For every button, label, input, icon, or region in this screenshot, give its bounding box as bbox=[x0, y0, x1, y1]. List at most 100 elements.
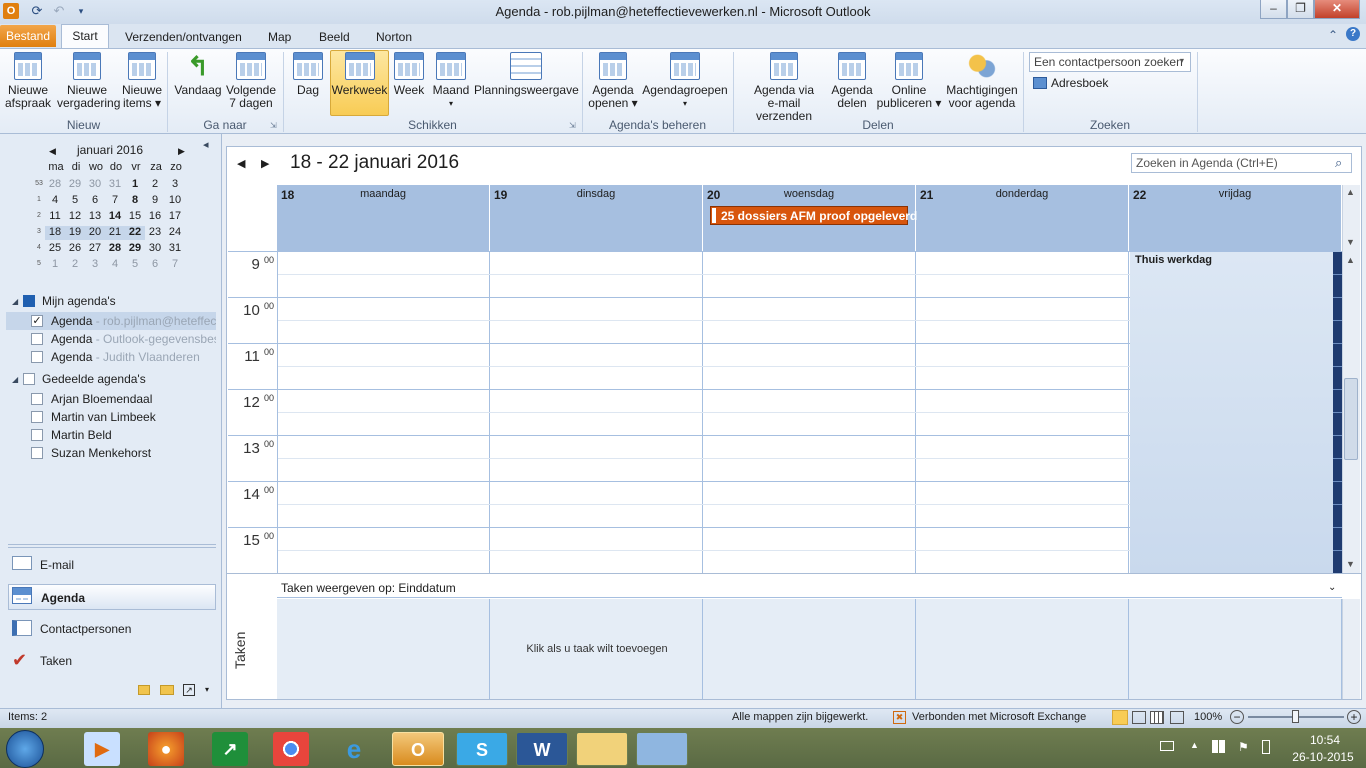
machtigingen-button[interactable]: Machtigingen voor agenda bbox=[944, 52, 1020, 110]
next-week-icon[interactable]: ▶ bbox=[261, 157, 269, 170]
tab-verzenden-ontvangen[interactable]: Verzenden/ontvangen bbox=[117, 27, 250, 48]
keyboard-icon[interactable] bbox=[1160, 741, 1174, 751]
pane-splitter[interactable] bbox=[8, 544, 216, 548]
week-button[interactable]: Week bbox=[392, 52, 426, 97]
scroll-down-icon[interactable]: ▼ bbox=[1346, 237, 1355, 247]
maand-button[interactable]: Maand ▾ bbox=[432, 52, 470, 110]
zoom-level[interactable]: 100% bbox=[1194, 711, 1222, 723]
mini-calendar-day[interactable]: 31 bbox=[105, 178, 125, 192]
outlook-taskbar-icon[interactable]: O bbox=[392, 732, 444, 766]
expand-arrow-icon[interactable]: ◢ bbox=[12, 375, 18, 384]
tasks-header[interactable]: Taken weergeven op: Einddatum bbox=[277, 579, 1342, 598]
mini-calendar-day[interactable]: 30 bbox=[85, 178, 105, 192]
exchange-icon[interactable]: ✖ bbox=[893, 711, 906, 724]
word-icon[interactable]: W bbox=[516, 732, 568, 766]
firefox-icon[interactable]: ● bbox=[148, 732, 184, 766]
calendar-checkbox[interactable] bbox=[31, 333, 43, 345]
chevron-down-icon[interactable]: ▾ bbox=[1180, 56, 1184, 65]
day-event[interactable]: Thuis werkdag bbox=[1135, 254, 1212, 266]
search-icon[interactable]: ⌕ bbox=[1335, 155, 1342, 171]
zoom-slider-thumb[interactable] bbox=[1292, 710, 1299, 723]
mini-calendar-day[interactable]: 20 bbox=[85, 226, 105, 240]
agenda-via-email-button[interactable]: Agenda via e-mail verzenden bbox=[738, 52, 830, 123]
volgende-7-dagen-button[interactable]: Volgende 7 dagen bbox=[224, 52, 278, 110]
nav-agenda[interactable]: Agenda bbox=[8, 584, 216, 610]
nieuwe-vergadering-button[interactable]: Nieuwe vergadering bbox=[57, 52, 120, 110]
exchange-status[interactable]: Verbonden met Microsoft Exchange bbox=[912, 711, 1086, 723]
vandaag-button[interactable]: ↰ Vandaag bbox=[172, 52, 224, 97]
chrome-icon[interactable] bbox=[273, 732, 309, 766]
mini-calendar-day[interactable]: 18 bbox=[45, 226, 65, 240]
zoom-out-icon[interactable]: − bbox=[1230, 710, 1244, 724]
mini-calendar-day[interactable]: 5 bbox=[65, 194, 85, 208]
clock-time[interactable]: 10:54 bbox=[1290, 733, 1360, 747]
mini-calendar-day[interactable]: 11 bbox=[45, 210, 65, 224]
mini-calendar-day[interactable]: 16 bbox=[145, 210, 165, 224]
mini-calendar-day[interactable]: 28 bbox=[105, 242, 125, 256]
notes-icon[interactable] bbox=[138, 685, 150, 695]
tasks-scrollbar[interactable] bbox=[1342, 599, 1360, 699]
tab-start[interactable]: Start bbox=[61, 24, 109, 49]
calendar-checkbox[interactable] bbox=[31, 351, 43, 363]
task-day-column[interactable] bbox=[916, 599, 1129, 699]
mini-calendar-day[interactable]: 2 bbox=[145, 178, 165, 192]
scroll-up-icon[interactable]: ▲ bbox=[1346, 255, 1355, 265]
shared-calendar-checkbox[interactable] bbox=[31, 411, 43, 423]
day-event-block[interactable] bbox=[1130, 252, 1333, 573]
shared-calendar-name[interactable]: Suzan Menkehorst bbox=[51, 446, 151, 460]
scroll-down-icon[interactable]: ▼ bbox=[1346, 559, 1355, 569]
mini-calendar-day[interactable]: 29 bbox=[125, 242, 145, 256]
mini-calendar-day[interactable]: 7 bbox=[165, 258, 185, 272]
mini-calendar-day[interactable]: 25 bbox=[45, 242, 65, 256]
mini-calendar-day[interactable]: 4 bbox=[45, 194, 65, 208]
mini-calendar-day[interactable]: 14 bbox=[105, 210, 125, 224]
photo-viewer-icon[interactable] bbox=[636, 732, 688, 766]
next-month-icon[interactable]: ▶ bbox=[178, 146, 185, 157]
agenda-delen-button[interactable]: Agenda delen bbox=[830, 52, 874, 110]
agenda-openen-button[interactable]: Agenda openen ▾ bbox=[586, 52, 640, 110]
add-task-hint[interactable]: Klik als u taak wilt toevoegen bbox=[491, 643, 703, 655]
mini-calendar-day[interactable]: 1 bbox=[45, 258, 65, 272]
day-header[interactable]: 18 maandag bbox=[277, 185, 490, 251]
task-day-column[interactable] bbox=[703, 599, 916, 699]
mini-calendar-day[interactable]: 22 bbox=[125, 226, 145, 240]
mini-calendar-day[interactable]: 5 bbox=[125, 258, 145, 272]
shared-calendar-name[interactable]: Martin van Limbeek bbox=[51, 410, 156, 424]
adresboek-button[interactable]: Adresboek bbox=[1051, 76, 1108, 90]
tab-norton[interactable]: Norton bbox=[368, 27, 420, 48]
help-icon[interactable]: ? bbox=[1346, 27, 1360, 41]
tab-map[interactable]: Map bbox=[260, 27, 299, 48]
nav-taken[interactable]: Taken bbox=[8, 648, 216, 674]
mini-calendar-day[interactable]: 30 bbox=[145, 242, 165, 256]
tab-bestand[interactable]: Bestand bbox=[0, 25, 56, 47]
show-hidden-icons[interactable]: ▲ bbox=[1190, 740, 1199, 750]
mini-calendar-day[interactable]: 4 bbox=[105, 258, 125, 272]
day-header[interactable]: 21 donderdag bbox=[916, 185, 1129, 251]
planningsweergave-button[interactable]: Planningsweergave bbox=[474, 52, 579, 97]
scroll-thumb[interactable] bbox=[1344, 378, 1358, 460]
mini-calendar-day[interactable]: 6 bbox=[85, 194, 105, 208]
mini-calendar-day[interactable]: 1 bbox=[125, 178, 145, 192]
media-player-icon[interactable]: ▶ bbox=[84, 732, 120, 766]
mini-calendar-day[interactable]: 8 bbox=[125, 194, 145, 208]
skype-icon[interactable]: S bbox=[456, 732, 508, 766]
shortcuts-icon[interactable]: ↗ bbox=[183, 684, 195, 696]
dag-button[interactable]: Dag bbox=[290, 52, 326, 97]
mini-calendar-day[interactable]: 6 bbox=[145, 258, 165, 272]
mini-calendar-day[interactable]: 15 bbox=[125, 210, 145, 224]
week-number[interactable]: 5 bbox=[34, 260, 44, 267]
chevron-down-icon[interactable]: ⌄ bbox=[1328, 582, 1336, 593]
task-day-column[interactable] bbox=[277, 599, 490, 699]
group-checkbox[interactable] bbox=[23, 295, 35, 307]
agendagroepen-button[interactable]: Agendagroepen ▾ bbox=[640, 52, 730, 110]
calendar-folder[interactable]: Agenda - Judith Vlaanderen bbox=[51, 350, 216, 364]
group-checkbox[interactable] bbox=[23, 373, 35, 385]
week-number[interactable]: 3 bbox=[34, 228, 44, 235]
stock-app-icon[interactable]: ↗ bbox=[212, 732, 248, 766]
mini-calendar-day[interactable]: 28 bbox=[45, 178, 65, 192]
mini-calendar-day[interactable]: 2 bbox=[65, 258, 85, 272]
layout-icon[interactable] bbox=[1170, 711, 1184, 724]
mini-calendar-day[interactable]: 23 bbox=[145, 226, 165, 240]
configure-buttons-icon[interactable]: ▾ bbox=[205, 685, 209, 694]
folder-icon[interactable] bbox=[160, 685, 174, 695]
